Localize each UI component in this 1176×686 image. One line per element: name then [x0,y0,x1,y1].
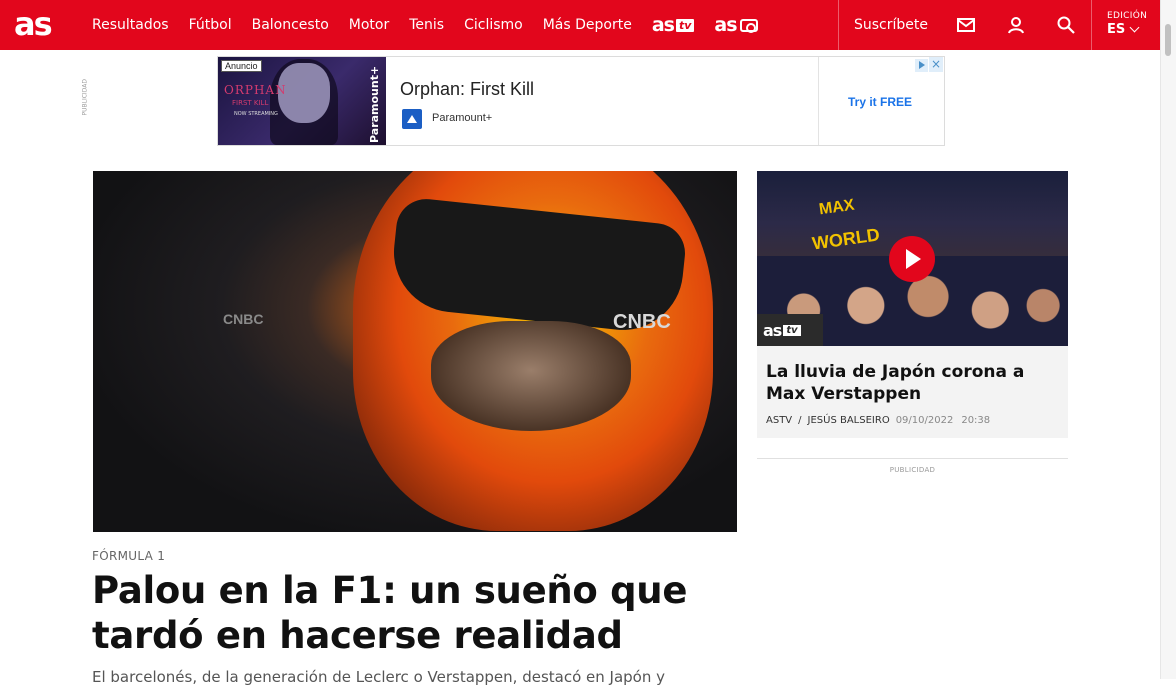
article-headline[interactable]: Palou en la F1: un sueño que tardó en ha… [92,568,712,658]
user-icon[interactable] [1006,15,1026,35]
astv-badge-tv: tv [783,324,801,336]
scrollbar-thumb[interactable] [1165,24,1171,56]
edition-value-row: ES [1107,22,1147,37]
video-title[interactable]: La lluvia de Japón corona a Max Verstapp… [766,361,1062,405]
thumbnail-text: MAX [817,196,856,219]
sidebar-ad-label: PUBLICIDAD [889,466,936,474]
ad-badge: Anuncio [221,60,262,72]
as-logo[interactable]: as [14,6,53,42]
search-icon[interactable] [1056,15,1076,35]
ad-side-label: PUBLICIDAD [81,79,89,116]
video-card[interactable]: MAX WORLD as tv La lluvia de Japón coron… [757,171,1068,438]
sponsor-logo: CNBC [223,311,264,327]
video-time: 20:38 [961,415,991,426]
edition-label: EDICIÓN [1107,11,1148,21]
video-date: 09/10/2022 [895,415,954,426]
nav-item-tenis[interactable]: Tenis [409,17,444,33]
nav-item-mas-deporte[interactable]: Más Deporte [543,17,632,33]
ad-brand: Paramount+ [432,112,493,124]
ad-cta-button[interactable]: Try it FREE [848,95,912,109]
video-thumbnail[interactable]: MAX WORLD as tv [757,171,1068,346]
nav-item-resultados[interactable]: Resultados [92,17,169,33]
article-lede: El barcelonés, de la generación de Lecle… [92,668,666,686]
nav-item-motor[interactable]: Motor [349,17,389,33]
edition-selector[interactable]: EDICIÓN ES [1107,11,1147,37]
tv-badge: tv [675,18,695,32]
thumbnail-text: WORLD [810,224,881,254]
astv-badge-text: as [763,320,782,340]
sponsor-logo: CNBC [613,311,671,333]
video-meta: ASTV / JESÚS BALSEIRO 09/10/2022 20:38 [766,415,990,426]
header-divider [838,0,839,50]
video-author[interactable]: JESÚS BALSEIRO [808,415,890,426]
play-icon[interactable] [889,236,935,282]
video-source[interactable]: ASTV [766,415,792,426]
sidebar-divider [757,458,1068,459]
article-hero-image[interactable]: CNBC CNBC [93,171,737,532]
scrollbar[interactable] [1160,0,1176,679]
ad-image-streaming: NOW STREAMING [234,111,278,117]
ad-image: ORPHAN FIRST KILL NOW STREAMING Paramoun… [218,57,386,145]
meta-separator: / [798,415,802,426]
astv-badge: as tv [757,314,823,346]
subscribe-link[interactable]: Suscríbete [854,0,928,50]
paramount-logo-icon [402,109,422,129]
as-tv-text: as [651,14,675,36]
ad-close-icon[interactable]: × [929,57,943,72]
ad-divider [818,57,819,145]
as-photo-text: as [714,14,737,36]
nav-item-futbol[interactable]: Fútbol [189,17,232,33]
top-navigation-bar: as Resultados Fútbol Baloncesto Motor Te… [0,0,1160,50]
main-nav: Resultados Fútbol Baloncesto Motor Tenis… [92,0,778,50]
nav-item-ciclismo[interactable]: Ciclismo [464,17,523,33]
header-divider [1091,0,1092,50]
camera-icon [739,18,758,33]
as-tv-link[interactable]: as tv [652,14,695,36]
ad-image-brand: Paramount+ [368,65,381,143]
nav-item-baloncesto[interactable]: Baloncesto [252,17,329,33]
ad-image-subtitle: FIRST KILL [232,99,269,107]
ad-title[interactable]: Orphan: First Kill [400,79,534,100]
driver-face [431,321,631,431]
as-photo-link[interactable]: as [714,14,758,36]
chevron-down-icon [1129,22,1140,33]
ad-image-title: ORPHAN [224,83,287,97]
article-section-label[interactable]: FÓRMULA 1 [92,549,165,563]
edition-value: ES [1107,22,1126,37]
adchoices-icon[interactable] [915,59,928,72]
mail-icon[interactable] [956,15,976,35]
advertisement-banner[interactable]: ORPHAN FIRST KILL NOW STREAMING Paramoun… [217,56,945,146]
